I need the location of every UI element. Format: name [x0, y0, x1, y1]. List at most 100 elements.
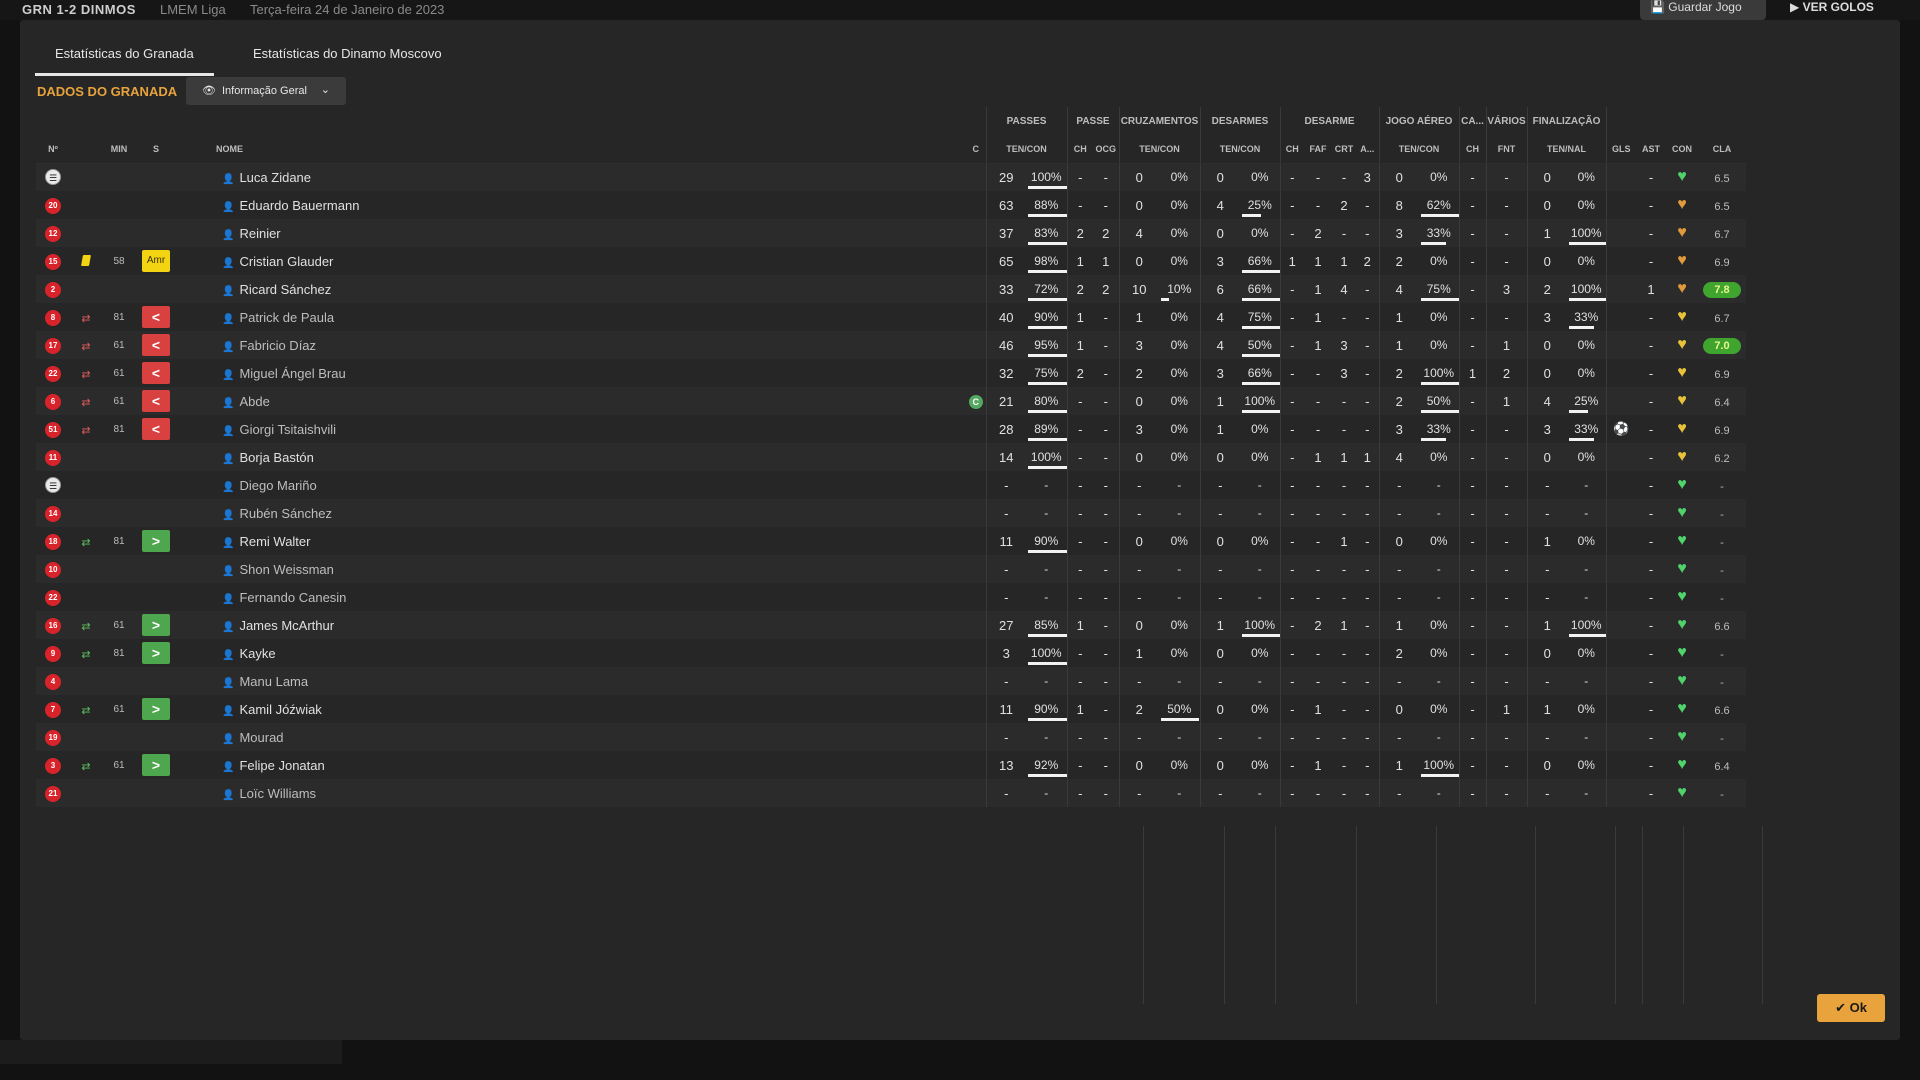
player-name[interactable]: 👤 Kamil Jóźwiak	[216, 695, 966, 723]
crosses-count: 4	[1118, 219, 1159, 247]
tab-granada-stats[interactable]: Estatísticas do Granada	[35, 46, 214, 76]
col-tackle-a[interactable]: A...	[1356, 135, 1379, 164]
table-row[interactable]: 19 👤 Mourad - - - - - - - - - - - - - - - - - - - ♥ -	[36, 723, 1746, 751]
col-s[interactable]: S	[136, 135, 176, 164]
player-name[interactable]: 👤 Cristian Glauder	[216, 247, 966, 275]
col-pass-ocg[interactable]: OCG	[1093, 135, 1119, 164]
col-min[interactable]: MIN	[102, 135, 136, 164]
table-row[interactable]: 15 58 Amr 👤 Cristian Glauder 65 98% 1 1 0 0% 3 66% 1 1…	[36, 247, 1746, 275]
table-row[interactable]: 16 ⇄ 61 > 👤 James McArthur 27 85% 1-0 0% 1 100% -2 1-…	[36, 611, 1746, 639]
table-row[interactable]: 51 ⇄ 81 < 👤 Giorgi Tsitaishvili 28 89% - -3 0% 1 0% -…	[36, 415, 1746, 443]
col-fnt[interactable]: FNT	[1485, 135, 1527, 164]
table-row[interactable]: 18 ⇄ 81 > 👤 Remi Walter 11 90% - -0 0% 0 0% - -1-0 0% - -…	[36, 527, 1746, 555]
save-game-button[interactable]: 💾 Guardar Jogo	[1640, 0, 1766, 20]
col-con[interactable]: CON	[1666, 135, 1698, 164]
rating-value: -	[1720, 732, 1724, 745]
finishing-bar	[1569, 242, 1605, 245]
table-row[interactable]: 6 ⇄ 61 < 👤 Abde C 21 80% - -0 0% 1 100% - - - -2 50% -1 4 25%…	[36, 387, 1746, 415]
tackle-a: -	[1356, 219, 1379, 247]
table-row[interactable]: 10 👤 Shon Weissman - - - - - - - - - - - - - - - - - - - ♥ -	[36, 555, 1746, 583]
col-num[interactable]: Nº	[36, 135, 70, 164]
rating-cell: 6.6	[1698, 611, 1746, 639]
col-pass-ch[interactable]: CH	[1066, 135, 1093, 164]
condition-cell: ♥	[1666, 275, 1698, 303]
tackle-ch: -	[1279, 443, 1304, 471]
col-tackle-tc[interactable]: TEN/CON	[1199, 135, 1280, 164]
table-row[interactable]: 4 👤 Manu Lama - - - - - - - - - - - - - - - - - - - ♥ -	[36, 667, 1746, 695]
table-row[interactable]: 14 👤 Rubén Sánchez - - - - - - - - - - - - - - - - - - - ♥ -	[36, 499, 1746, 527]
col-pass-tc[interactable]: TEN/CON	[985, 135, 1067, 164]
player-name[interactable]: 👤 Fabricio Díaz	[216, 331, 966, 359]
view-select[interactable]: 👁 Informação Geral ⌄	[186, 77, 346, 105]
tackles-count: 3	[1199, 247, 1240, 275]
player-name[interactable]: 👤 Fernando Canesin	[216, 583, 966, 611]
minutes-value: 61	[102, 611, 136, 639]
table-row[interactable]: 20 👤 Eduardo Bauermann 63 88% - -0 0% 4 25% - -2-8 6…	[36, 191, 1746, 219]
col-ca-ch[interactable]: CH	[1458, 135, 1486, 164]
captain-cell	[966, 555, 986, 583]
player-name[interactable]: 👤 Remi Walter	[216, 527, 966, 555]
player-name[interactable]: 👤 Rubén Sánchez	[216, 499, 966, 527]
player-name[interactable]: 👤 Loïc Williams	[216, 779, 966, 807]
col-gls[interactable]: GLS	[1606, 135, 1636, 164]
rating-cell: 7.8	[1698, 275, 1746, 303]
passes-bar	[1028, 774, 1067, 777]
player-name[interactable]: 👤 Patrick de Paula	[216, 303, 966, 331]
passes-pct: 80%	[1026, 387, 1067, 415]
table-row[interactable]: 12 👤 Reinier 37 83% 2 2 4 0% 0 0% -2- -3 33% - -1 100% - ♥…	[36, 219, 1746, 247]
condition-cell: ♥	[1666, 611, 1698, 639]
table-row[interactable]: 7 ⇄ 61 > 👤 Kamil Jóźwiak 11 90% 1-2 50% 0 0% -1- -0 0%…	[36, 695, 1746, 723]
player-name[interactable]: 👤 Luca Zidane	[216, 163, 966, 191]
col-finishing[interactable]: TEN/NAL	[1526, 135, 1607, 164]
passes-pct: -	[1026, 723, 1067, 751]
table-row[interactable]: 21 👤 Loïc Williams - - - - - - - - - - - - - - - - - - - ♥ -	[36, 779, 1746, 807]
pass-ocg: -	[1093, 499, 1119, 527]
col-aerial-tc[interactable]: TEN/CON	[1378, 135, 1459, 164]
col-tackle-faf[interactable]: FAF	[1304, 135, 1332, 164]
ok-button[interactable]: ✔ Ok	[1817, 994, 1885, 1022]
table-row[interactable]: 17 ⇄ 61 < 👤 Fabricio Díaz 46 95% 1-3 0% 4 50% -1 3-1 0…	[36, 331, 1746, 359]
col-tackle-crt[interactable]: CRT	[1332, 135, 1356, 164]
substitution-in-icon: ⇄	[81, 704, 91, 717]
table-row[interactable]: 9 ⇄ 81 > 👤 Kayke 3 100% - -1 0% 0 0% - - - -2 0% - -0 0% - ♥ -	[36, 639, 1746, 667]
player-name[interactable]: 👤 Abde	[216, 387, 966, 415]
pass-ocg: -	[1093, 471, 1119, 499]
player-name[interactable]: 👤 Reinier	[216, 219, 966, 247]
player-name[interactable]: 👤 James McArthur	[216, 611, 966, 639]
player-name[interactable]: 👤 Kayke	[216, 639, 966, 667]
tackles-pct: 0%	[1240, 219, 1280, 247]
col-cross-tc[interactable]: TEN/CON	[1118, 135, 1200, 164]
player-name[interactable]: 👤 Miguel Ángel Brau	[216, 359, 966, 387]
tackle-crt: -	[1332, 415, 1356, 443]
col-name[interactable]: NOME	[216, 135, 966, 164]
passes-pct: -	[1026, 555, 1067, 583]
table-row[interactable]: 22 👤 Fernando Canesin - - - - - - - - - - - - - - - - - - - ♥ -	[36, 583, 1746, 611]
view-goals-button[interactable]: ▶ VER GOLOS	[1780, 0, 1900, 20]
tackles-count: 4	[1199, 331, 1240, 359]
table-row[interactable]: ☰ 👤 Diego Mariño - - - - - - - - - - - - - - - - - - - ♥ -	[36, 471, 1746, 499]
table-row[interactable]: 3 ⇄ 61 > 👤 Felipe Jonatan 13 92% - -0 0% 0 0% -1- -1 10…	[36, 751, 1746, 779]
table-row[interactable]: 2 👤 Ricard Sánchez 33 72% 2 2 10 10% 6 66% -1 4-4 75%…	[36, 275, 1746, 303]
tackles-count: -	[1199, 723, 1240, 751]
shirt-cell: ☰	[36, 471, 70, 499]
player-name[interactable]: 👤 Manu Lama	[216, 667, 966, 695]
player-name[interactable]: 👤 Borja Bastón	[216, 443, 966, 471]
player-name[interactable]: 👤 Felipe Jonatan	[216, 751, 966, 779]
col-tackle-ch[interactable]: CH	[1279, 135, 1304, 164]
various-fnt: -	[1485, 667, 1527, 695]
tab-dinamo-stats[interactable]: Estatísticas do Dinamo Moscovo	[233, 46, 462, 76]
player-name[interactable]: 👤 Shon Weissman	[216, 555, 966, 583]
col-cla[interactable]: CLA	[1698, 135, 1746, 164]
crosses-pct: -	[1159, 667, 1200, 695]
table-row[interactable]: ☰ 👤 Luca Zidane 29 100% - -0 0% 0 0% - - -3 0 0% - -0 0% -…	[36, 163, 1746, 191]
table-row[interactable]: 11 👤 Borja Bastón 14 100% - -0 0% 0 0% -1 1 1 4 0% - -0 0…	[36, 443, 1746, 471]
col-c[interactable]: C	[966, 135, 986, 164]
player-name[interactable]: 👤 Giorgi Tsitaishvili	[216, 415, 966, 443]
player-name[interactable]: 👤 Ricard Sánchez	[216, 275, 966, 303]
player-name[interactable]: 👤 Eduardo Bauermann	[216, 191, 966, 219]
col-ast[interactable]: AST	[1636, 135, 1666, 164]
table-row[interactable]: 8 ⇄ 81 < 👤 Patrick de Paula 40 90% 1-1 0% 4 75% -1- -…	[36, 303, 1746, 331]
player-name[interactable]: 👤 Diego Mariño	[216, 471, 966, 499]
player-name[interactable]: 👤 Mourad	[216, 723, 966, 751]
table-row[interactable]: 22 ⇄ 61 < 👤 Miguel Ángel Brau 32 75% 2-2 0% 3 66% - -…	[36, 359, 1746, 387]
